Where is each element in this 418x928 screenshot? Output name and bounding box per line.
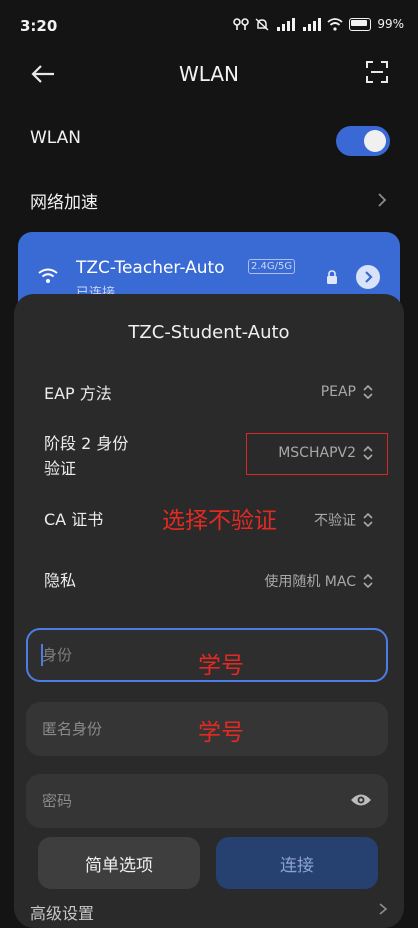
- ca-cert-select[interactable]: 不验证: [314, 510, 374, 530]
- chevron-right-icon: [365, 271, 373, 283]
- wifi-icon: [38, 268, 58, 283]
- anonymous-placeholder: 匿名身份: [42, 720, 103, 738]
- chevron-right-icon: [378, 193, 387, 207]
- phase2-auth-value: MSCHAPV2: [278, 445, 356, 461]
- password-placeholder: 密码: [42, 792, 73, 810]
- wlan-label: WLAN: [30, 128, 82, 148]
- eap-method-value: PEAP: [320, 384, 356, 400]
- scan-icon[interactable]: [366, 61, 388, 83]
- earbuds-icon: [233, 17, 250, 30]
- status-time: 3:20: [20, 17, 58, 35]
- identity-placeholder: 身份: [42, 646, 73, 664]
- signal-hd-icon: [277, 17, 296, 31]
- ca-cert-label: CA 证书: [44, 510, 104, 529]
- phase2-auth-select[interactable]: MSCHAPV2: [278, 445, 374, 461]
- annotation-anonymous-note: 学号: [198, 720, 244, 746]
- privacy-select[interactable]: 使用随机 MAC: [264, 571, 374, 591]
- battery-percent: 99%: [377, 17, 404, 31]
- network-details-button[interactable]: [356, 265, 380, 289]
- updown-chevron-icon: [363, 512, 373, 528]
- status-icons: 99%: [233, 17, 404, 31]
- annotation-identity-note: 学号: [198, 653, 244, 679]
- page-title: WLAN: [178, 62, 240, 86]
- wlan-toggle[interactable]: [336, 126, 390, 156]
- privacy-label: 隐私: [44, 571, 77, 590]
- updown-chevron-icon: [363, 384, 373, 400]
- connect-button[interactable]: 连接: [216, 837, 378, 889]
- toggle-knob: [364, 130, 386, 152]
- eap-method-select[interactable]: PEAP: [321, 384, 374, 400]
- simple-options-button[interactable]: 简单选项: [38, 837, 200, 889]
- signal-hd-icon-2: [303, 17, 322, 31]
- mute-bell-icon: [255, 17, 269, 31]
- status-bar: 3:20 99%: [0, 0, 418, 52]
- updown-chevron-icon: [363, 573, 373, 589]
- band-badge: 2.4G/5G: [248, 259, 296, 274]
- eap-method-label: EAP 方法: [44, 384, 112, 403]
- chevron-right-icon: [379, 903, 388, 915]
- network-config-dialog: TZC-Student-Auto EAP 方法 PEAP 阶段 2 身份 验证 …: [14, 294, 404, 928]
- advanced-settings-row[interactable]: 高级设置: [30, 900, 94, 924]
- annotation-ca-note: 选择不验证: [162, 508, 277, 534]
- network-accel-label: 网络加速: [30, 193, 98, 213]
- updown-chevron-icon: [363, 445, 373, 461]
- dialog-title: TZC-Student-Auto: [128, 322, 290, 343]
- phase2-auth-label: 阶段 2 身份 验证: [44, 434, 129, 478]
- battery-icon: [349, 17, 372, 31]
- lock-icon: [327, 270, 337, 284]
- ca-cert-value: 不验证: [314, 513, 356, 529]
- password-input[interactable]: 密码: [26, 774, 388, 828]
- eye-icon[interactable]: [350, 792, 372, 808]
- network-accel-row[interactable]: 网络加速: [30, 188, 390, 218]
- app-header: WLAN: [0, 52, 418, 96]
- connected-ssid: TZC-Teacher-Auto: [76, 258, 225, 278]
- privacy-value: 使用随机 MAC: [264, 574, 356, 590]
- wifi-status-icon: [327, 17, 343, 31]
